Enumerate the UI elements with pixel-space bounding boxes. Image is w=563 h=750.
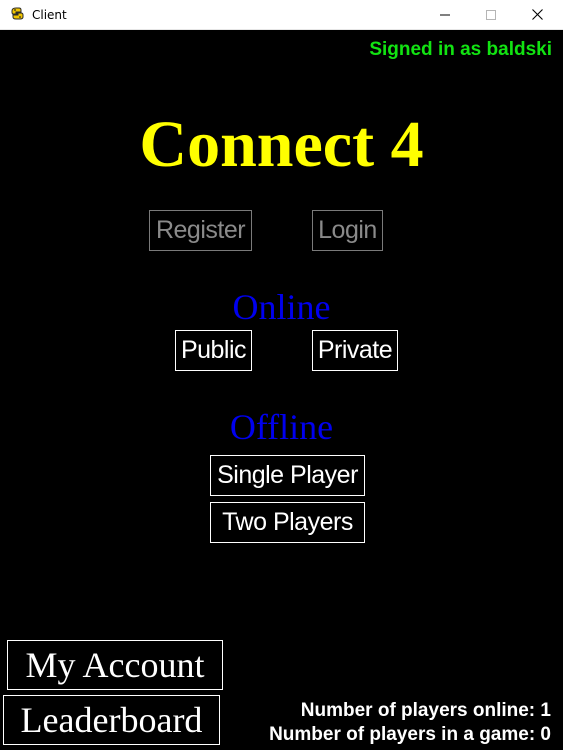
leaderboard-button[interactable]: Leaderboard — [3, 695, 220, 745]
online-heading: Online — [232, 287, 331, 327]
minimize-icon — [440, 10, 450, 20]
close-icon — [531, 9, 543, 20]
login-button[interactable]: Login — [312, 210, 383, 251]
close-button[interactable] — [514, 0, 560, 29]
private-button[interactable]: Private — [312, 330, 398, 371]
register-button[interactable]: Register — [149, 210, 252, 251]
game-canvas: Signed in as baldski Connect 4 Register … — [0, 30, 563, 750]
players-online-count: Number of players online: 1 — [300, 700, 551, 721]
maximize-icon — [486, 9, 496, 20]
my-account-button[interactable]: My Account — [7, 640, 223, 690]
maximize-button[interactable] — [468, 0, 514, 29]
game-title: Connect 4 — [139, 108, 424, 181]
title-bar[interactable]: Client — [0, 0, 563, 30]
minimize-button[interactable] — [422, 0, 468, 29]
public-button[interactable]: Public — [175, 330, 252, 371]
signed-in-status: Signed in as baldski — [369, 39, 552, 60]
single-player-button[interactable]: Single Player — [210, 455, 365, 496]
client-window: Client Signed in as baldski Connect 4 Re… — [0, 0, 563, 750]
players-in-game-count: Number of players in a game: 0 — [269, 724, 551, 745]
window-title: Client — [32, 8, 67, 22]
python-snake-icon — [9, 6, 25, 22]
two-players-button[interactable]: Two Players — [210, 502, 365, 543]
offline-heading: Offline — [229, 407, 334, 447]
